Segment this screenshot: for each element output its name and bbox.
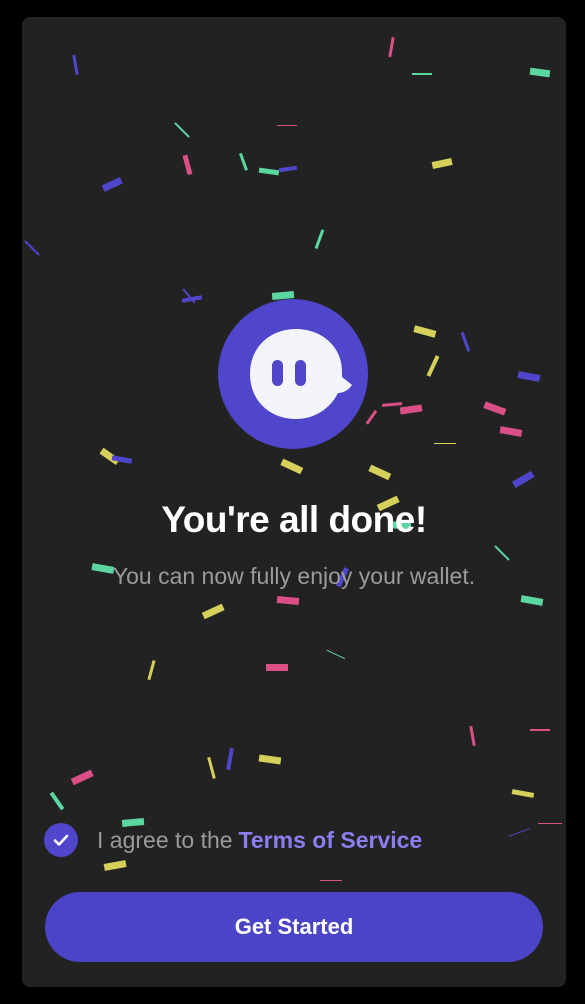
onboarding-screen: You're all done! You can now fully enjoy…	[22, 17, 566, 987]
terms-of-service-link[interactable]: Terms of Service	[239, 827, 423, 853]
app-logo	[218, 299, 390, 449]
ghost-icon	[218, 299, 390, 449]
get-started-button[interactable]: Get Started	[45, 892, 543, 962]
terms-prefix: I agree to the	[97, 826, 233, 853]
terms-checkbox[interactable]	[44, 823, 78, 857]
confetti-pieces	[24, 36, 562, 898]
checkmark-icon	[53, 834, 69, 846]
terms-agreement: I agree to the Terms of Service	[44, 822, 422, 858]
page-subtitle: You can now fully enjoy your wallet.	[112, 563, 476, 589]
device-frame: You're all done! You can now fully enjoy…	[0, 0, 585, 1004]
page-title: You're all done!	[161, 499, 427, 540]
terms-label: I agree to the Terms of Service	[97, 827, 422, 854]
